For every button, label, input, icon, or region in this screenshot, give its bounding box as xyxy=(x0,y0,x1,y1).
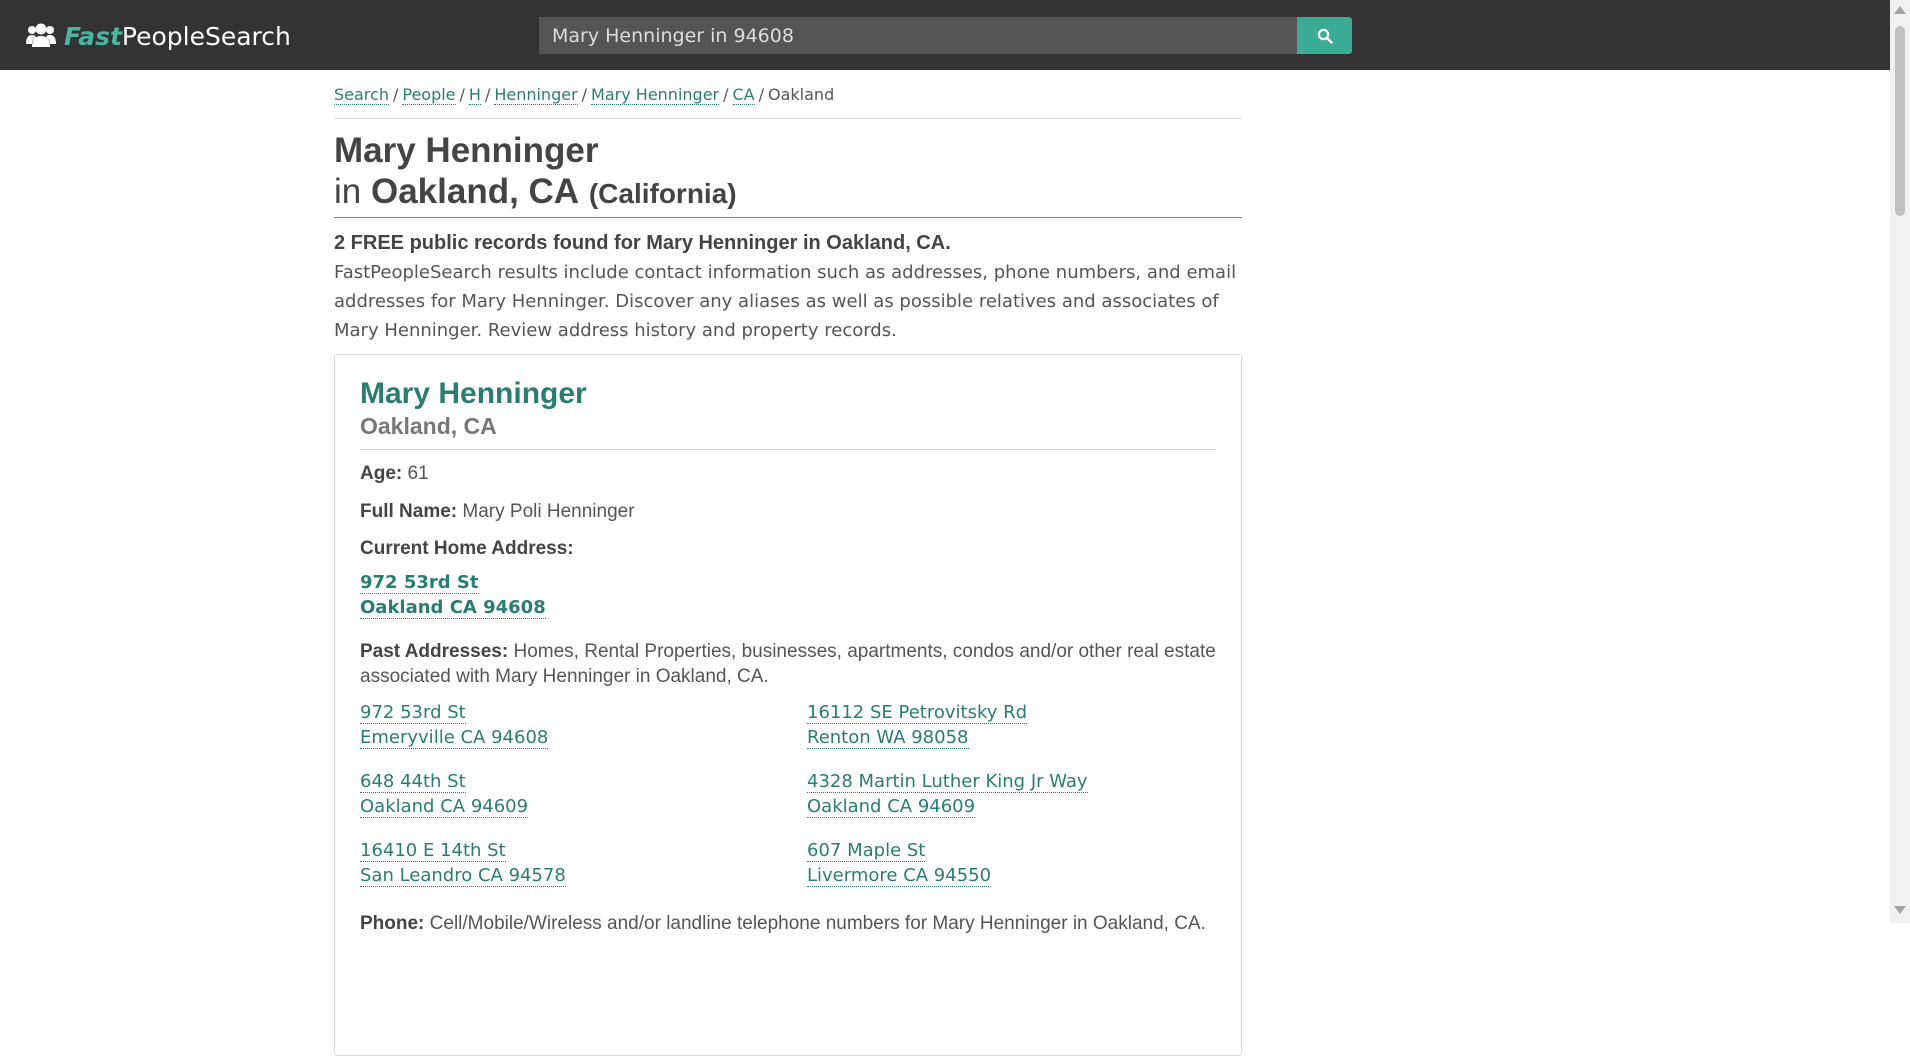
breadcrumb-search[interactable]: Search xyxy=(334,85,389,105)
search-icon xyxy=(1317,28,1333,44)
page-title-location: in Oakland, CA (California) xyxy=(334,171,1242,215)
past-address-line1[interactable]: 16410 E 14th St xyxy=(360,840,506,862)
past-address-line1[interactable]: 16112 SE Petrovitsky Rd xyxy=(807,702,1028,724)
breadcrumb: Search / People / H / Henninger / Mary Henninger… xyxy=(334,84,1242,106)
breadcrumb-henninger[interactable]: Henninger xyxy=(494,85,578,105)
past-address-line2[interactable]: Emeryville CA 94608 xyxy=(360,727,549,749)
current-address-label: Current Home Address: xyxy=(360,538,574,559)
top-navbar: Fast PeopleSearch xyxy=(0,0,1890,70)
phone-label: Phone: xyxy=(360,913,425,934)
breadcrumb-divider xyxy=(334,118,1242,119)
phone-field: Phone: Cell/Mobile/Wireless and/or landl… xyxy=(360,912,1216,936)
scroll-down-arrow-icon[interactable] xyxy=(1894,906,1906,914)
search-button[interactable] xyxy=(1297,17,1352,54)
breadcrumb-separator: / xyxy=(484,85,491,104)
age-field: Age: 61 xyxy=(360,462,1216,486)
record-divider xyxy=(360,449,1216,450)
scroll-up-arrow-icon[interactable] xyxy=(1894,6,1906,14)
past-address-line2[interactable]: Renton WA 98058 xyxy=(807,727,969,749)
full-name-field: Full Name: Mary Poli Henninger xyxy=(360,500,1216,524)
past-address-line2[interactable]: San Leandro CA 94578 xyxy=(360,865,566,887)
records-count-heading: 2 FREE public records found for Mary Hen… xyxy=(334,232,951,254)
site-logo[interactable]: Fast PeopleSearch xyxy=(26,20,291,52)
past-address-item: 648 44th St Oakland CA 94609 xyxy=(360,769,529,819)
past-address-item: 607 Maple St Livermore CA 94550 xyxy=(807,838,992,888)
breadcrumb-separator: / xyxy=(581,85,588,104)
title-in-word: in xyxy=(334,172,362,211)
logo-fast-text: Fast xyxy=(64,21,122,51)
breadcrumb-separator: / xyxy=(758,85,765,104)
age-label: Age: xyxy=(360,463,403,484)
title-location: Oakland, CA xyxy=(370,172,580,211)
breadcrumb-current-oakland: Oakland xyxy=(768,85,835,104)
page-scrollbar[interactable] xyxy=(1890,0,1910,923)
past-addresses-field: Past Addresses: Homes, Rental Properties… xyxy=(360,639,1216,689)
title-divider xyxy=(334,217,1242,218)
breadcrumb-letter-h[interactable]: H xyxy=(468,85,481,105)
past-address-line2[interactable]: Oakland CA 94609 xyxy=(360,796,529,818)
breadcrumb-separator: / xyxy=(392,85,399,104)
past-address-item: 16112 SE Petrovitsky Rd Renton WA 98058 xyxy=(807,700,1028,750)
past-addresses-grid: 972 53rd St Emeryville CA 94608 16112 SE… xyxy=(360,700,1216,912)
past-address-item: 4328 Martin Luther King Jr Way Oakland C… xyxy=(807,769,1088,819)
current-address-line2[interactable]: Oakland CA 94608 xyxy=(360,597,546,619)
past-address-line2[interactable]: Oakland CA 94609 xyxy=(807,796,976,818)
full-name-value: Mary Poli Henninger xyxy=(462,501,635,522)
record-person-location: Oakland, CA xyxy=(360,413,497,439)
past-address-line1[interactable]: 648 44th St xyxy=(360,771,466,793)
breadcrumb-separator: / xyxy=(459,85,465,104)
logo-rest-text: PeopleSearch xyxy=(121,21,291,51)
past-address-item: 16410 E 14th St San Leandro CA 94578 xyxy=(360,838,566,888)
phone-description: Cell/Mobile/Wireless and/or landline tel… xyxy=(429,913,1206,934)
past-address-line2[interactable]: Livermore CA 94550 xyxy=(807,865,992,887)
age-value: 61 xyxy=(407,463,429,484)
title-state: (California) xyxy=(588,178,737,209)
past-address-line1[interactable]: 4328 Martin Luther King Jr Way xyxy=(807,771,1088,793)
record-person-name[interactable]: Mary Henninger xyxy=(360,377,1216,411)
intro-paragraph: FastPeopleSearch results include contact… xyxy=(334,262,1237,341)
past-addresses-label: Past Addresses: xyxy=(360,641,509,662)
breadcrumb-people[interactable]: People xyxy=(402,85,456,105)
breadcrumb-separator: / xyxy=(723,85,729,104)
users-icon xyxy=(26,23,56,47)
full-name-label: Full Name: xyxy=(360,501,458,522)
search-input[interactable] xyxy=(539,17,1297,54)
current-address-line1[interactable]: 972 53rd St xyxy=(360,572,479,594)
main-content: Search / People / H / Henninger / Mary Henninger… xyxy=(334,70,1242,1056)
breadcrumb-ca[interactable]: CA xyxy=(732,85,755,105)
past-address-item: 972 53rd St Emeryville CA 94608 xyxy=(360,700,549,750)
current-address-field: Current Home Address: xyxy=(360,537,1216,561)
past-address-line1[interactable]: 607 Maple St xyxy=(807,840,926,862)
person-record-card: Mary Henninger Oakland, CA Age: 61 Full … xyxy=(334,354,1242,1056)
page-title-name: Mary Henninger xyxy=(334,131,599,170)
past-address-line1[interactable]: 972 53rd St xyxy=(360,702,466,724)
breadcrumb-mary-henninger[interactable]: Mary Henninger xyxy=(591,85,720,105)
scroll-thumb[interactable] xyxy=(1895,26,1905,216)
current-address: 972 53rd St Oakland CA 94608 xyxy=(360,570,1216,620)
